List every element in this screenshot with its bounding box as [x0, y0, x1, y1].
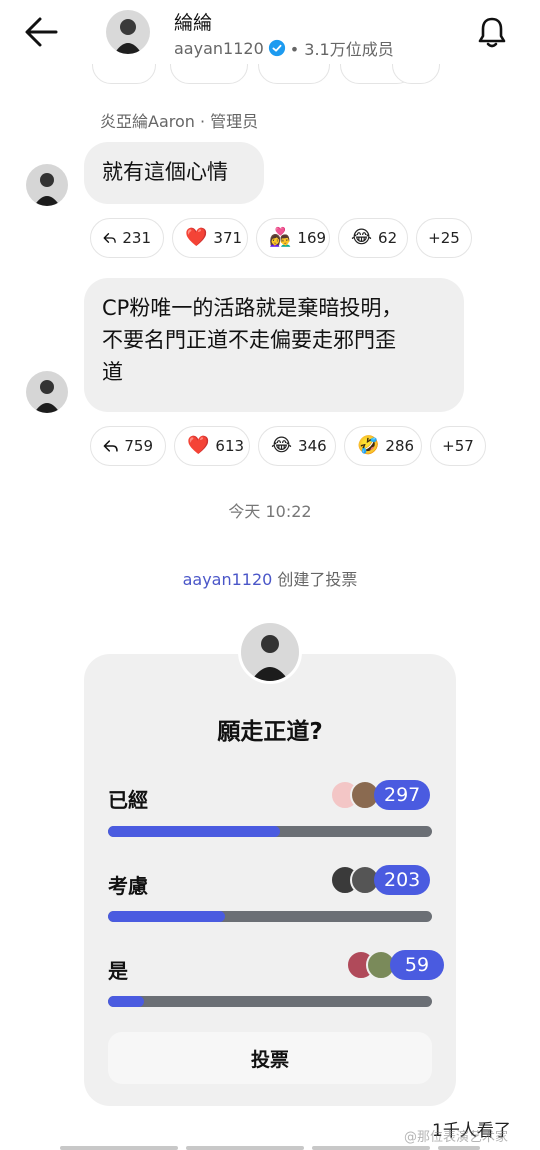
notifications-button[interactable] [474, 14, 510, 50]
watermark: @那位表演艺术家 [404, 1130, 509, 1145]
poll-option-bar-fill [108, 996, 144, 1007]
back-arrow-icon [25, 17, 58, 47]
reaction-row: 231 ❤️ 371 👩‍❤️‍👨 169 😂 62 +25 [90, 218, 472, 258]
message-text-line: 道 [102, 360, 123, 384]
verified-badge-icon [268, 39, 285, 57]
page-indicator-segment [312, 1146, 430, 1150]
page-indicator-segment [60, 1146, 178, 1150]
page-indicator-segment [438, 1146, 480, 1150]
reaction-chip-heart[interactable]: ❤️ 371 [172, 218, 248, 258]
reaction-chip-rofl[interactable]: 🤣 286 [344, 426, 422, 466]
reply-icon [103, 233, 116, 243]
poll-option-count: 297 [374, 780, 431, 810]
poll-option-voters[interactable]: 297 [330, 780, 431, 810]
poll-creator-avatar[interactable] [238, 620, 302, 684]
reaction-chip-laugh[interactable]: 😂 346 [258, 426, 336, 466]
poll-option-label[interactable]: 是 [108, 955, 128, 984]
poll-option-count: 59 [390, 950, 444, 980]
bell-icon [478, 17, 506, 48]
more-reactions-chip[interactable]: +25 [416, 218, 472, 258]
poll-option-bar [108, 996, 432, 1007]
reaction-chip-laugh[interactable]: 😂 62 [338, 218, 408, 258]
message-text-line: CP粉唯一的活路就是棄暗投明， [102, 296, 403, 320]
message-bubble[interactable]: 就有這個心情 [84, 142, 264, 204]
poll-option-voters[interactable]: 59 [346, 950, 444, 980]
reaction-row: 759 ❤️ 613 😂 346 🤣 286 +57 [90, 426, 486, 466]
message-text-line: 不要名門正道不走偏要走邪門歪 [102, 328, 396, 352]
channel-name[interactable]: 綸綸 [174, 8, 212, 35]
reaction-chip-heart[interactable]: ❤️ 613 [174, 426, 250, 466]
date-separator: 今天 10:22 [228, 502, 312, 521]
message-text: 就有這個心情 [102, 160, 228, 184]
poll-option-count: 203 [374, 865, 431, 895]
sender-avatar[interactable] [26, 164, 68, 206]
poll-question: 願走正道? [217, 719, 323, 745]
message-bubble[interactable]: CP粉唯一的活路就是棄暗投明， 不要名門正道不走偏要走邪門歪 道 [84, 278, 464, 412]
reply-count-chip[interactable]: 231 [90, 218, 164, 258]
poll-option-bar [108, 911, 432, 922]
back-button[interactable] [22, 14, 62, 50]
poll-option-label[interactable]: 已經 [108, 784, 148, 813]
rofl-emoji-icon: 🤣 [357, 435, 380, 456]
member-count: • 3.1万位成员 [289, 40, 394, 59]
poll-created-text: 创建了投票 [272, 570, 358, 589]
laughing-emoji-icon: 😂 [271, 435, 293, 456]
vote-button[interactable]: 投票 [108, 1032, 432, 1084]
channel-avatar[interactable] [106, 10, 150, 54]
sender-avatar[interactable] [26, 371, 68, 413]
message-sender[interactable]: 炎亞綸Aaron · 管理员 [100, 108, 258, 132]
more-reactions-chip[interactable]: +57 [430, 426, 486, 466]
poll-option-bar [108, 826, 432, 837]
poll-option-bar-fill [108, 911, 225, 922]
couple-emoji-icon: 👩‍❤️‍👨 [269, 227, 292, 248]
heart-emoji-icon: ❤️ [187, 435, 210, 456]
top-bar: 綸綸 aayan1120 • 3.1万位成员 [0, 0, 540, 64]
poll-option-label[interactable]: 考慮 [108, 870, 148, 899]
channel-username: aayan1120 [174, 38, 264, 58]
laughing-emoji-icon: 😂 [351, 227, 373, 248]
poll-option-bar-fill [108, 826, 280, 837]
poll-created-note: aayan1120 创建了投票 [0, 566, 540, 590]
poll-option-voters[interactable]: 203 [330, 865, 431, 895]
page-indicator-segment [186, 1146, 304, 1150]
poll-creator-username[interactable]: aayan1120 [183, 570, 273, 589]
reply-count-chip[interactable]: 759 [90, 426, 166, 466]
reaction-chip-couple[interactable]: 👩‍❤️‍👨 169 [256, 218, 330, 258]
reply-icon [103, 440, 118, 452]
heart-emoji-icon: ❤️ [185, 227, 208, 248]
channel-subtitle: aayan1120 • 3.1万位成员 [174, 36, 394, 60]
